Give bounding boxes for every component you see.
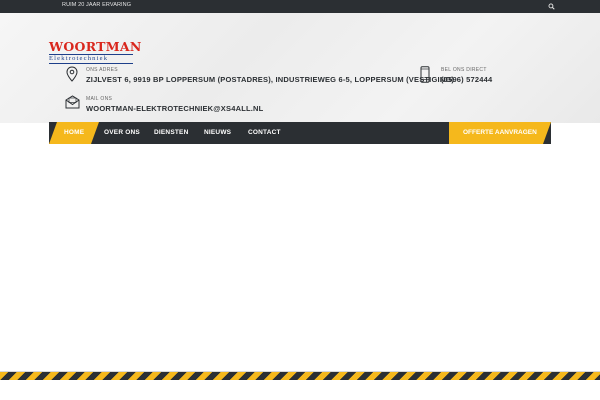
mail-icon xyxy=(65,95,80,109)
nav-item-nieuws[interactable]: NIEUWS xyxy=(204,129,231,136)
phone-label: BEL ONS DIRECT xyxy=(441,67,487,73)
mail-block: MAIL ONS WOORTMAN-ELEKTROTECHNIEK@XS4ALL… xyxy=(65,95,285,115)
address-block: ONS ADRES ZIJLVEST 6, 9919 BP LOPPERSUM … xyxy=(66,66,454,86)
main-navigation: HOME OVER ONS DIENSTEN NIEUWS CONTACT OF… xyxy=(49,122,551,144)
phone-icon xyxy=(420,66,430,83)
offerte-aanvragen-button[interactable]: OFFERTE AANVRAGEN xyxy=(449,122,551,144)
address-value: ZIJLVEST 6, 9919 BP LOPPERSUM (POSTADRES… xyxy=(86,75,455,84)
nav-item-over-ons[interactable]: OVER ONS xyxy=(104,129,140,136)
address-label: ONS ADRES xyxy=(86,67,118,73)
phone-block: BEL ONS DIRECT (0596) 572444 xyxy=(420,66,540,86)
map-pin-icon xyxy=(66,66,78,82)
mail-label: MAIL ONS xyxy=(86,96,113,102)
nav-item-contact[interactable]: CONTACT xyxy=(248,129,281,136)
site-header: WOORTMAN Elektrotechniek ONS ADRES ZIJLV… xyxy=(0,13,600,123)
phone-value[interactable]: (0596) 572444 xyxy=(441,75,492,84)
nav-item-diensten[interactable]: DIENSTEN xyxy=(154,129,188,136)
offerte-aanvragen-label: OFFERTE AANVRAGEN xyxy=(463,129,537,136)
logo-sub-text: Elektrotechniek xyxy=(49,54,133,64)
hazard-stripe xyxy=(0,372,600,380)
search-icon[interactable] xyxy=(548,3,555,10)
tagline: RUIM 20 JAAR ERVARING xyxy=(62,2,132,8)
logo-main-text: WOORTMAN xyxy=(49,39,142,54)
top-bar: RUIM 20 JAAR ERVARING xyxy=(0,0,600,13)
logo[interactable]: WOORTMAN Elektrotechniek xyxy=(49,39,142,64)
nav-item-home[interactable]: HOME xyxy=(64,129,84,136)
mail-value[interactable]: WOORTMAN-ELEKTROTECHNIEK@XS4ALL.NL xyxy=(86,104,263,113)
